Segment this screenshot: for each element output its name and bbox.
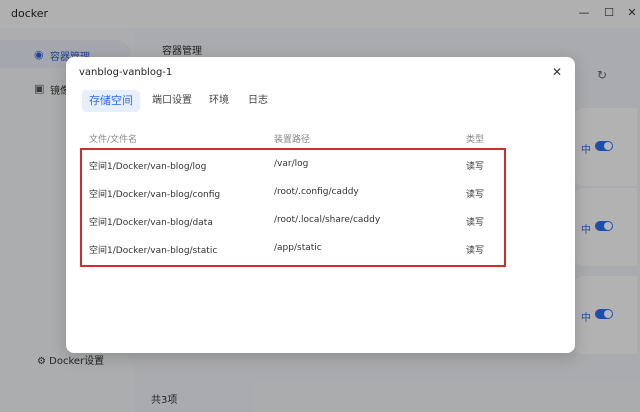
tab-port-settings[interactable]: 端口设置	[152, 90, 192, 112]
container-detail-dialog: vanblog-vanblog-1 ✕ 存储空间 端口设置 环境 日志 文件/文…	[66, 57, 575, 353]
dialog-title: vanblog-vanblog-1	[79, 67, 173, 78]
column-header-file: 文件/文件名	[89, 135, 138, 145]
column-header-type: 类型	[466, 135, 485, 145]
tab-storage[interactable]: 存储空间	[82, 90, 140, 112]
tab-logs[interactable]: 日志	[248, 90, 268, 112]
close-icon[interactable]: ✕	[552, 65, 562, 79]
column-header-mount-path: 装置路径	[274, 135, 311, 145]
tab-environment[interactable]: 环境	[209, 90, 229, 112]
highlight-box	[80, 148, 506, 267]
